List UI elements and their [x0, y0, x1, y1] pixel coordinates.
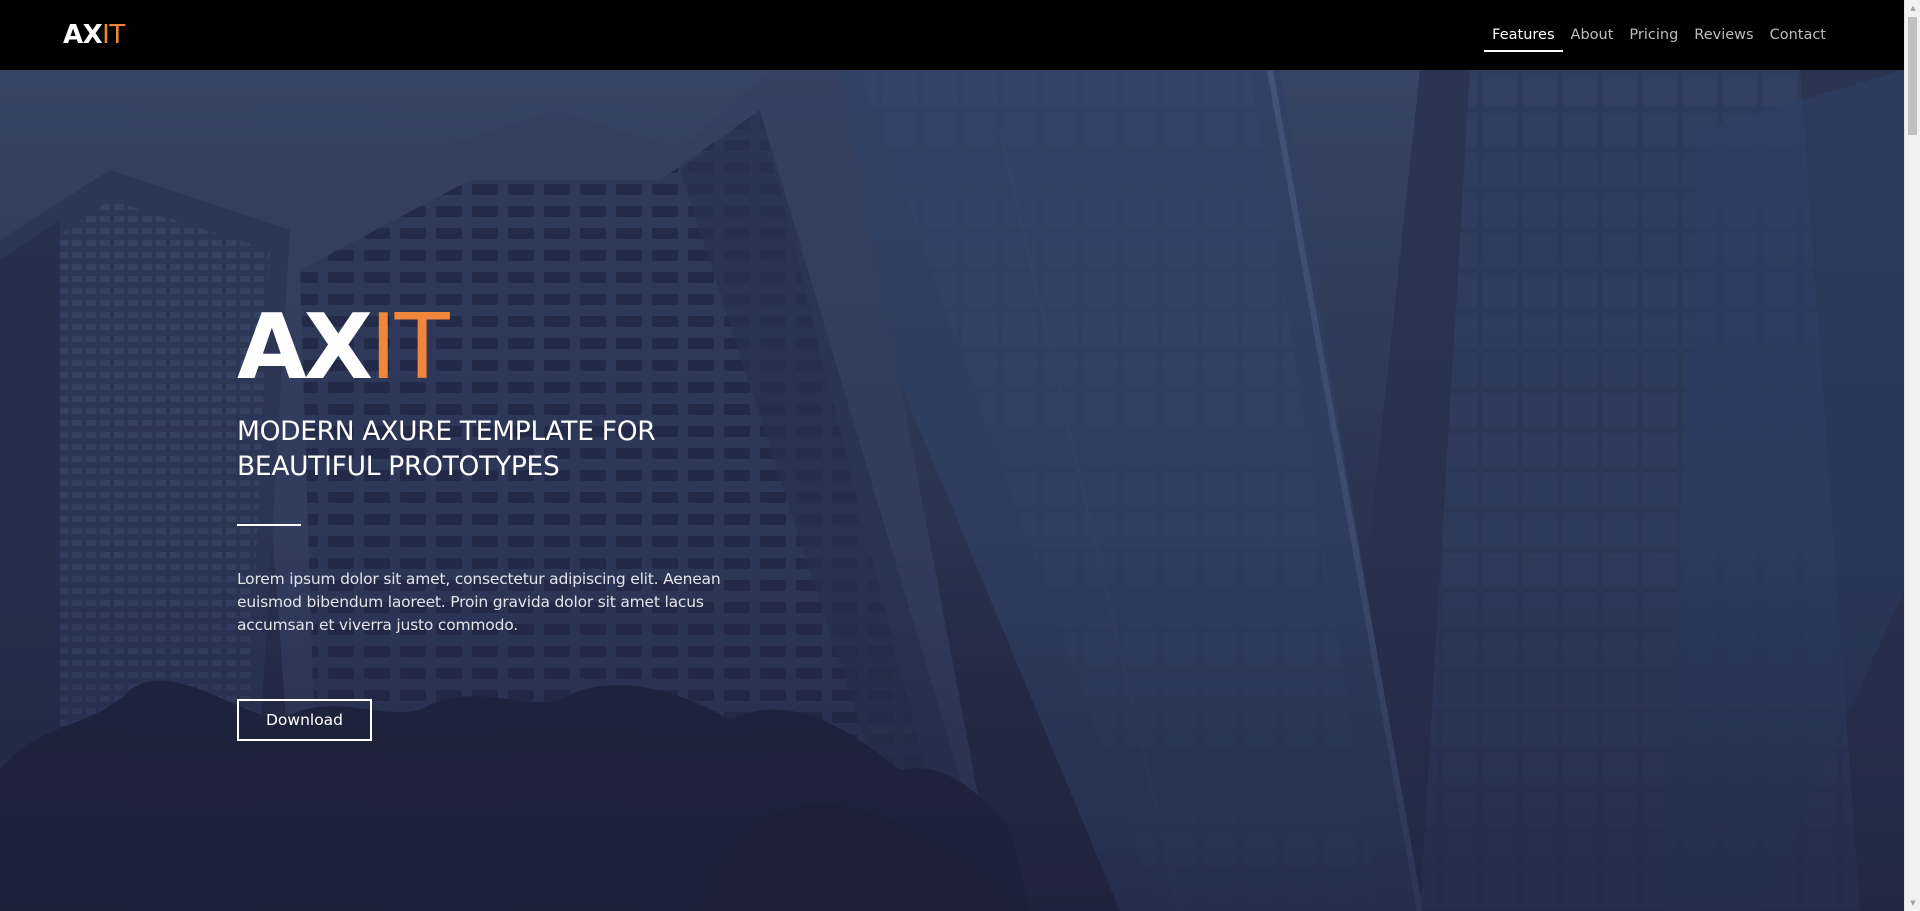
page: AXIT Features About Pricing Reviews Cont… — [0, 0, 1920, 911]
top-navbar: AXIT Features About Pricing Reviews Cont… — [0, 0, 1904, 70]
nav-item-pricing[interactable]: Pricing — [1621, 0, 1686, 70]
page-scrollbar[interactable]: ▲ ▼ — [1904, 0, 1920, 911]
scrollbar-thumb[interactable] — [1908, 17, 1917, 135]
hero-body-line-1: Lorem ipsum dolor sit amet, consectetur … — [237, 570, 721, 588]
scroll-up-arrow-icon[interactable]: ▲ — [1905, 0, 1920, 16]
nav-item-contact[interactable]: Contact — [1762, 0, 1834, 70]
hero-content: AXIT MODERN AXURE TEMPLATE FOR BEAUTIFUL… — [237, 298, 757, 741]
nav-item-about[interactable]: About — [1563, 0, 1622, 70]
hero-divider — [237, 524, 301, 526]
hero-logo-main: AX — [237, 295, 373, 400]
main-nav: Features About Pricing Reviews Contact — [1484, 0, 1834, 70]
hero-body-line-2: euismod bibendum laoreet. Proin gravida … — [237, 593, 704, 611]
nav-item-features[interactable]: Features — [1484, 0, 1563, 70]
hero-heading-line-2: BEAUTIFUL PROTOTYPES — [237, 451, 560, 482]
nav-item-reviews[interactable]: Reviews — [1686, 0, 1761, 70]
scroll-down-arrow-icon[interactable]: ▼ — [1905, 895, 1920, 911]
hero-heading: MODERN AXURE TEMPLATE FOR BEAUTIFUL PROT… — [237, 414, 757, 484]
download-button[interactable]: Download — [237, 699, 372, 741]
hero-body-line-3: accumsan et viverra justo commodo. — [237, 616, 518, 634]
hero-body-text: Lorem ipsum dolor sit amet, consectetur … — [237, 568, 737, 637]
hero-section: AXIT MODERN AXURE TEMPLATE FOR BEAUTIFUL… — [0, 70, 1904, 911]
brand-logo[interactable]: AXIT — [63, 18, 125, 52]
brand-logo-main: AX — [63, 20, 103, 50]
hero-logo: AXIT — [237, 298, 757, 398]
brand-logo-accent: IT — [102, 20, 125, 50]
hero-logo-accent: IT — [370, 295, 450, 400]
hero-heading-line-1: MODERN AXURE TEMPLATE FOR — [237, 416, 656, 447]
